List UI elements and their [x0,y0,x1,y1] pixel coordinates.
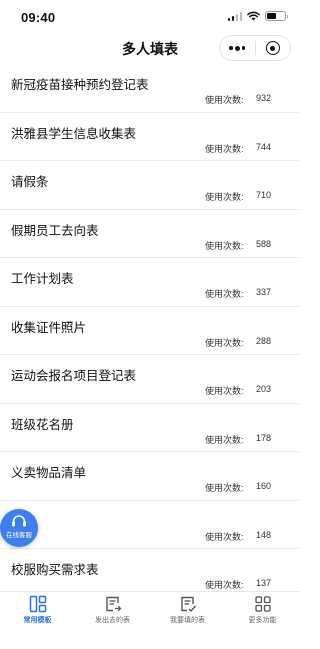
template-title: 新冠疫苗接种预约登记表 [11,78,149,92]
usage-count-label: 使用次数: [205,531,244,542]
template-row[interactable]: 收集证件照片使用次数: 288 [0,307,300,355]
template-row[interactable]: 工作计划表使用次数: 337 [0,258,300,307]
usage-count-label: 使用次数: [205,386,244,396]
template-title: 洪雅县学生信息收集表 [11,126,137,141]
tab-label: 我要填的表 [170,617,205,624]
more-dots-icon [229,45,246,51]
usage-count-value: 160 [256,481,272,491]
usage-count-value: 137 [256,578,272,588]
online-service-button[interactable]: 在线客服 [0,509,38,547]
tab-forms-to-fill[interactable]: 我要填的表 [150,592,225,649]
more-options-button[interactable] [220,36,255,60]
usage-count-label: 使用次数: [205,192,244,202]
target-icon [265,41,280,55]
usage-count-value: 178 [256,432,272,443]
online-service-label: 在线客服 [6,532,32,539]
usage-count-label: 使用次数: [205,434,244,445]
status-bar: 09:40 [0,0,300,34]
tab-sent-forms[interactable]: 发出去的表 [75,592,150,649]
tab-bar: 常用模板 发出去的表 我要填的表 更多功能 [0,591,300,649]
template-row[interactable]: 运动会报名项目登记表使用次数: 203 [0,355,300,404]
usage-count-value: 148 [256,529,272,540]
template-title: 假期员工去向表 [11,223,99,238]
template-row[interactable]: 洪雅县学生信息收集表使用次数: 744 [0,113,300,161]
usage-count-value: 337 [256,287,272,297]
usage-count-label: 使用次数: [205,337,244,348]
template-title: 运动会报名项目登记表 [11,369,137,383]
tab-label: 常用模板 [23,617,52,624]
send-form-icon [105,596,121,612]
nav-bar: 多人填表 [0,34,300,64]
wifi-icon [247,11,260,21]
usage-count-label: 使用次数: [205,240,244,251]
usage-count-label: 使用次数: [205,289,244,299]
template-row[interactable]: 假期员工去向表使用次数: 588 [0,210,300,258]
usage-count-value: 288 [256,335,272,346]
template-title: 工作计划表 [11,272,74,286]
template-row[interactable]: 划表使用次数:148 [0,501,300,549]
template-title: 班级花名册 [11,417,74,432]
fill-form-icon [180,596,196,613]
template-title: 请假条 [11,175,49,189]
template-grid-icon [29,595,46,613]
usage-count-value: 203 [256,384,272,394]
template-row[interactable]: 新冠疫苗接种预约登记表使用次数: 932 [0,64,300,113]
usage-count-label: 使用次数: [205,95,244,105]
usage-count-label: 使用次数: [205,143,244,154]
usage-count-value: 710 [256,190,272,200]
tab-more-features[interactable]: 更多功能 [225,592,300,649]
more-grid-icon [254,596,271,612]
usage-count-label: 使用次数: [205,483,244,493]
template-row[interactable]: 校服购买需求表使用次数: 137 [0,549,300,591]
tab-label: 发出去的表 [95,617,130,624]
template-row[interactable]: 班级花名册使用次数: 178 [0,404,300,452]
tab-templates[interactable]: 常用模板 [0,592,75,649]
headset-icon [11,515,27,528]
battery-icon [265,11,288,21]
usage-count-value: 744 [256,141,272,152]
status-icons [227,11,288,21]
usage-count-value: 932 [256,93,272,103]
tab-label: 更多功能 [248,617,277,624]
template-list: 新冠疫苗接种预约登记表 使用次数: 932 洪雅县学生信息收集表 使用次数: 744 请假条… [0,64,300,591]
usage-count-value: 588 [256,238,272,249]
template-row[interactable]: 请假条使用次数: 710 [0,161,300,210]
template-title: 校服购买需求表 [11,563,99,577]
signal-icon [227,11,242,21]
template-title: 义卖物品清单 [11,466,87,480]
status-time: 09:40 [21,10,56,25]
template-title: 收集证件照片 [11,320,87,335]
usage-count-label: 使用次数: [205,580,244,590]
close-miniprogram-button[interactable] [256,36,291,60]
template-row[interactable]: 义卖物品清单使用次数: 160 [0,452,300,501]
miniprogram-capsule [219,35,291,61]
